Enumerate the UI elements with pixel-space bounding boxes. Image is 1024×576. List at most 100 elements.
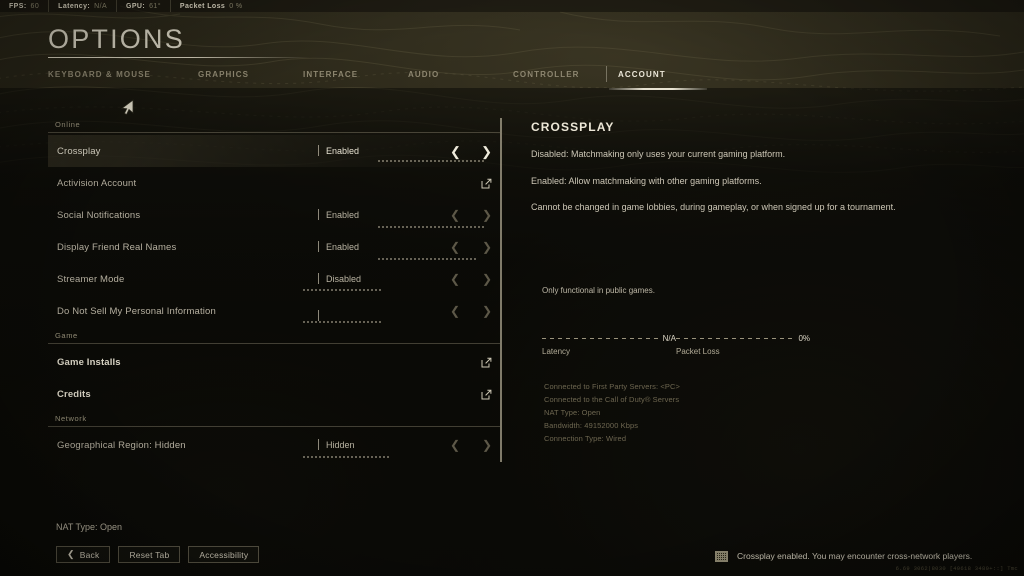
stepper-left-arrow-icon[interactable]: ❮ [450, 273, 460, 285]
section-rule-online [48, 132, 500, 133]
mouse-cursor-icon [120, 99, 134, 115]
network-meter-packet-loss: 0% Packet Loss [676, 333, 810, 356]
section-header-network: Network [55, 414, 87, 423]
stepper-left-arrow-icon[interactable]: ❮ [450, 241, 460, 253]
detail-paragraph-disabled: Disabled: Matchmaking only uses your cur… [531, 149, 786, 159]
setting-external-credits[interactable] [450, 389, 492, 400]
accessibility-button[interactable]: Accessibility [188, 546, 260, 563]
tab-account[interactable]: ACCOUNT [606, 63, 707, 90]
setting-stepper-display-friend-real-names[interactable]: ❮ ❯ [450, 241, 492, 253]
setting-row-do-not-sell-my-personal-information[interactable]: Do Not Sell My Personal Information ❮ ❯ [48, 295, 500, 327]
setting-row-game-installs[interactable]: Game Installs [48, 346, 500, 378]
setting-external-activision-account[interactable] [450, 178, 492, 189]
external-link-icon[interactable] [481, 178, 492, 189]
perf-stat-packet-loss: Packet Loss 0 % [169, 0, 252, 12]
perf-packet-loss-key: Packet Loss [179, 2, 226, 10]
back-button-label: Back [79, 549, 100, 560]
setting-row-streamer-mode[interactable]: Streamer Mode Disabled ❮ ❯ [48, 263, 500, 295]
network-meter-latency: N/A Latency [542, 333, 676, 356]
crossplay-toast-text: Crossplay enabled. You may encounter cro… [737, 551, 973, 561]
perf-stat-gpu: GPU: 61° [116, 0, 170, 12]
setting-row-display-friend-real-names[interactable]: Display Friend Real Names Enabled ❮ ❯ [48, 231, 500, 263]
setting-stepper-social-notifications[interactable]: ❮ ❯ [450, 209, 492, 221]
tab-controller[interactable]: CONTROLLER [513, 63, 618, 85]
setting-value-crossplay: Enabled [318, 145, 450, 156]
detail-panel: CROSSPLAY Disabled: Matchmaking only use… [531, 120, 991, 228]
setting-stepper-crossplay[interactable]: ❮ ❯ [450, 145, 492, 158]
section-header-online: Online [55, 120, 81, 129]
setting-row-social-notifications[interactable]: Social Notifications Enabled ❮ ❯ [48, 199, 500, 231]
value-underline-artifact [378, 160, 484, 162]
perf-latency-key: Latency: [58, 2, 91, 10]
section-rule-network [48, 426, 500, 427]
setting-row-credits[interactable]: Credits [48, 378, 500, 410]
nat-type-status: NAT Type: Open [56, 522, 123, 532]
setting-stepper-geographical-region[interactable]: ❮ ❯ [450, 439, 492, 451]
stepper-right-arrow-icon[interactable]: ❯ [482, 273, 492, 285]
chevron-left-icon: ❮ [67, 549, 75, 559]
perf-latency-value: N/A [94, 2, 108, 10]
stepper-left-arrow-icon[interactable]: ❮ [450, 305, 460, 317]
setting-label-geographical-region: Geographical Region: Hidden [57, 439, 186, 451]
tab-graphics[interactable]: GRAPHICS [198, 63, 303, 85]
crossplay-icon [715, 550, 728, 562]
setting-label-crossplay: Crossplay [57, 145, 101, 157]
connection-info-nat-type: NAT Type: Open [544, 408, 601, 417]
stepper-left-arrow-icon[interactable]: ❮ [450, 209, 460, 221]
connection-info-cod-servers: Connected to the Call of Duty® Servers [544, 395, 680, 404]
stepper-left-arrow-icon[interactable]: ❮ [450, 439, 460, 451]
connection-info-list: Connected to First Party Servers: <PC> C… [544, 380, 864, 445]
perf-fps-key: FPS: [9, 2, 27, 10]
value-underline-artifact [378, 226, 484, 228]
perf-gpu-key: GPU: [126, 2, 146, 10]
detail-paragraph-note: Cannot be changed in game lobbies, durin… [531, 202, 896, 212]
footer-button-bar: ❮ Back Reset Tab Accessibility [56, 546, 260, 563]
stepper-right-arrow-icon[interactable]: ❯ [481, 145, 492, 158]
connection-info-bandwidth: Bandwidth: 49152000 Kbps [544, 421, 639, 430]
tab-interface[interactable]: INTERFACE [303, 63, 408, 85]
setting-label-game-installs: Game Installs [57, 356, 121, 368]
setting-row-crossplay[interactable]: Crossplay Enabled ❮ ❯ [48, 135, 500, 167]
tab-bar: KEYBOARD & MOUSE GRAPHICS INTERFACE AUDI… [48, 63, 728, 90]
setting-value-display-friend-real-names: Enabled [318, 241, 450, 252]
setting-label-activision-account: Activision Account [57, 177, 137, 189]
accessibility-button-label: Accessibility [199, 549, 249, 560]
external-link-icon[interactable] [481, 357, 492, 368]
external-link-icon[interactable] [481, 389, 492, 400]
section-header-game: Game [55, 331, 78, 340]
tab-audio[interactable]: AUDIO [408, 63, 513, 85]
packet-loss-label: Packet Loss [676, 347, 720, 356]
setting-label-do-not-sell-my-personal-information: Do Not Sell My Personal Information [57, 305, 216, 317]
setting-value-streamer-mode: Disabled [318, 273, 450, 284]
stepper-right-arrow-icon[interactable]: ❯ [482, 439, 492, 451]
perf-stat-latency: Latency: N/A [48, 0, 116, 12]
settings-list: Online Crossplay Enabled ❮ ❯ Activision … [48, 120, 500, 468]
setting-row-activision-account[interactable]: Activision Account [48, 167, 500, 199]
settings-section-game: Game Game Installs Credits [48, 331, 500, 410]
section-rule-game [48, 343, 500, 344]
value-underline-artifact [378, 258, 476, 260]
setting-stepper-do-not-sell-my-personal-information[interactable]: ❮ ❯ [450, 305, 492, 317]
value-underline-artifact [303, 321, 381, 323]
setting-external-game-installs[interactable] [450, 357, 492, 368]
stepper-right-arrow-icon[interactable]: ❯ [482, 209, 492, 221]
perf-stat-fps: FPS: 60 [0, 0, 48, 12]
setting-row-geographical-region[interactable]: Geographical Region: Hidden Hidden ❮ ❯ [48, 429, 500, 461]
setting-stepper-streamer-mode[interactable]: ❮ ❯ [450, 273, 492, 285]
settings-section-online: Online Crossplay Enabled ❮ ❯ Activision … [48, 120, 500, 327]
value-underline-artifact [303, 456, 391, 458]
stepper-right-arrow-icon[interactable]: ❯ [482, 305, 492, 317]
panel-divider-scrollbar[interactable] [500, 118, 502, 462]
connection-info-connection-type: Connection Type: Wired [544, 434, 627, 443]
tab-keyboard-mouse[interactable]: KEYBOARD & MOUSE [48, 63, 198, 85]
performance-stats-bar: FPS: 60 Latency: N/A GPU: 61° Packet Los… [0, 0, 1024, 12]
settings-section-network: Network Geographical Region: Hidden Hidd… [48, 414, 500, 461]
reset-tab-button-label: Reset Tab [129, 549, 170, 560]
setting-label-display-friend-real-names: Display Friend Real Names [57, 241, 177, 253]
stepper-left-arrow-icon[interactable]: ❮ [450, 145, 461, 158]
setting-label-credits: Credits [57, 388, 91, 400]
stepper-right-arrow-icon[interactable]: ❯ [482, 241, 492, 253]
back-button[interactable]: ❮ Back [56, 546, 111, 563]
latency-dashline [542, 337, 658, 339]
reset-tab-button[interactable]: Reset Tab [118, 546, 181, 563]
